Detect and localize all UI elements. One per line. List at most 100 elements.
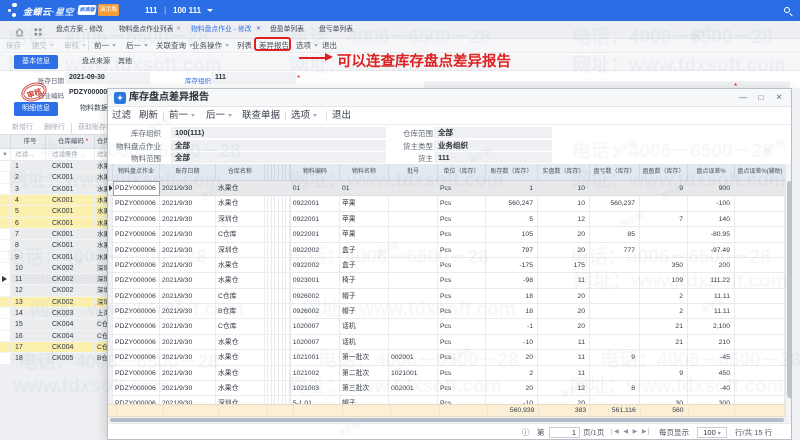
toolbar-item-8-button[interactable]: 列表 [237, 39, 252, 53]
warehouse-row[interactable]: 2CK001水果仓 [0, 172, 107, 184]
column-header[interactable]: 实盘数（库存） [538, 164, 590, 180]
warehouse-row[interactable]: 6CK001水果仓 [0, 217, 107, 229]
warehouse-row[interactable]: 14CK003上海仓 [0, 308, 107, 320]
filter-cell[interactable]: 过滤条件 [46, 149, 95, 160]
dialog-toolbar-button-1[interactable]: 过滤 [112, 107, 131, 125]
dialog-toolbar-button-5[interactable]: 联查单据 [242, 107, 280, 125]
report-row[interactable]: PDZY000006 2021/9/30 水果仓 1021003 第三批次 002001 P… [108, 380, 791, 397]
column-header[interactable]: 物料盘点作业 [113, 164, 160, 180]
column-header[interactable]: 序号 [11, 135, 46, 148]
column-header[interactable] [0, 135, 11, 148]
report-row[interactable]: PDZY000006 2021/9/30 水果仓 1021002 第二批次 1021001… [108, 365, 791, 381]
doc-tab-2[interactable]: 物料盘点作业列表 [119, 21, 173, 39]
search-icon[interactable] [784, 7, 793, 16]
report-row[interactable]: PDZY000006 2021/9/30 C仓库 1020007 话机 Pcs -1 20 21… [108, 319, 791, 335]
warehouse-row[interactable]: 7CK001水果仓 [0, 228, 107, 241]
column-header[interactable]: 物料编码 [291, 164, 340, 180]
org-field-input[interactable]: 111 [211, 72, 296, 84]
dialog-filter-input[interactable]: 111 [434, 152, 552, 163]
toolbar-item-7-button[interactable]: 业务操作 [192, 39, 229, 53]
column-header[interactable]: 盘盈数（库存） [640, 164, 688, 180]
left-panel-button-2[interactable]: 删除行 [44, 121, 65, 134]
doc-tab-3[interactable]: 物料盘点作业 - 修改 [191, 21, 251, 39]
report-row[interactable]: PDZY000006 2021/9/30 水果仓 0923001 椅子 Pcs -98 11 1… [108, 273, 791, 289]
tab-close-icon[interactable]: ✕ [176, 21, 181, 39]
report-row[interactable]: PDZY000006 2021/9/30 水果仓 1021001 第一批次 002001 P… [108, 350, 791, 366]
form-tab-3[interactable]: 其他 [110, 55, 140, 69]
report-row[interactable]: PDZY000006 2021/9/30 C仓库 0926002 帽子 Pcs 18 20 2 1… [108, 288, 791, 304]
report-row[interactable]: PDZY000006 2021/9/30 水果仓 01 01 Pcs 1 10 9 900 [108, 181, 791, 197]
toolbar-item-3-button[interactable]: 审核 [64, 39, 86, 53]
filter-icon[interactable]: ▼ [0, 149, 11, 160]
report-row[interactable]: PDZY000006 2021/9/30 深圳仓 0922002 盒子 Pcs 797 20 7… [108, 242, 791, 258]
column-header[interactable]: 单位（库存） [438, 164, 486, 180]
dialog-toolbar-button-2[interactable]: 刷新 [139, 107, 158, 125]
warehouse-row[interactable]: 18CK005B仓库 [0, 353, 107, 365]
warehouse-row[interactable]: 1CK001水果仓 [0, 161, 107, 173]
pager-arrows[interactable]: |◀ ◀ ▶ ▶| [611, 424, 651, 439]
warehouse-row[interactable]: 9CK001水果仓 [0, 251, 107, 263]
doc-tab-1[interactable]: 盘点方案 - 修改 [56, 21, 103, 39]
toolbar-item-1-button[interactable]: 保存 [6, 39, 21, 53]
org-caret-icon[interactable] [207, 0, 213, 21]
column-header[interactable]: 盘点误差% [688, 164, 735, 180]
warehouse-row[interactable]: 17CK004C仓库 [0, 342, 107, 354]
toolbar-item-5-button[interactable]: 后一 [126, 39, 148, 53]
topbar-org-switcher[interactable]: 100 111 [173, 0, 201, 21]
dialog-titlebar[interactable]: 库存盘点差异报告 — □ × [108, 89, 791, 107]
dialog-filter-input[interactable]: 业务组织 [434, 139, 552, 151]
dialog-toolbar-button-3[interactable]: 前一 [169, 107, 196, 125]
close-icon[interactable]: × [771, 89, 787, 107]
toolbar-item-11-button[interactable]: 退出 [322, 39, 337, 53]
column-header[interactable]: 账存数（库存） [486, 164, 538, 180]
toolbar-item-2-button[interactable]: 提交 [32, 39, 54, 53]
dialog-toolbar-button-4[interactable]: 后一 [206, 107, 233, 125]
column-header[interactable]: 账存日期 [160, 164, 216, 180]
per-page-select[interactable]: 100 ▾ [697, 426, 727, 438]
dialog-toolbar-button-7[interactable]: 退出 [332, 107, 351, 125]
left-panel-button-1[interactable]: 新增行 [12, 121, 33, 134]
org-field-label[interactable]: 库存组织 [130, 75, 211, 85]
column-header[interactable]: 盘亏数（库存） [590, 164, 640, 180]
toolbar-item-6-button[interactable]: 关联查询 [156, 39, 193, 53]
warehouse-row[interactable]: 15CK004C仓库 [0, 319, 107, 331]
minimize-icon[interactable]: — [735, 89, 751, 107]
toolbar-item-10-button[interactable]: 选项 [296, 39, 318, 53]
column-header[interactable]: 盘点误差%(辅助) [735, 164, 785, 180]
column-header[interactable]: 批号 [389, 164, 438, 180]
warehouse-row[interactable]: 8CK001水果仓 [0, 240, 107, 252]
warehouse-row[interactable]: 3CK001水果仓 [0, 183, 107, 195]
doc-tab-5[interactable]: 盘亏单列表 [319, 21, 353, 39]
report-row[interactable]: PDZY000006 2021/9/30 水果仓 0922001 苹果 Pcs 560,24… [108, 196, 791, 212]
dialog-filter-input[interactable]: 全部 [434, 127, 552, 138]
warehouse-row[interactable]: 11CK002深圳仓 [0, 274, 107, 286]
column-header[interactable]: 物料名称 [340, 164, 389, 180]
home-icon[interactable] [15, 27, 24, 37]
report-row[interactable]: PDZY000006 2021/9/30 水果仓 0922002 盒子 Pcs -175 17… [108, 257, 791, 274]
column-header[interactable]: 仓库名称 [216, 164, 265, 180]
form-tab-1[interactable]: 基本信息 [14, 55, 58, 69]
column-header[interactable]: 仓库编码 * [46, 135, 95, 148]
column-header[interactable]: 仓库名称 [95, 135, 107, 148]
warehouse-row[interactable]: 10CK002深圳仓 [0, 262, 107, 275]
warehouse-row[interactable]: 13CK002深圳仓 [0, 296, 107, 309]
warehouse-row[interactable]: 4CK001水果仓 [0, 194, 107, 207]
warehouse-row[interactable]: 12CK002深圳仓 [0, 285, 107, 297]
warehouse-row[interactable]: 5CK001水果仓 [0, 206, 107, 218]
dialog-toolbar-button-6[interactable]: 选项 [291, 107, 318, 125]
warehouse-row[interactable]: 16CK004C仓库 [0, 330, 107, 342]
report-row[interactable]: PDZY000006 2021/9/30 水果仓 1020007 话机 Pcs -10 11 2… [108, 334, 791, 351]
left-panel-tab-1[interactable]: 明细信息 [14, 102, 58, 116]
menu-grid-icon[interactable] [34, 28, 42, 36]
maximize-icon[interactable]: □ [753, 89, 769, 107]
column-header[interactable] [265, 164, 291, 180]
filter-cell[interactable]: 过滤... [11, 149, 46, 160]
page-input[interactable]: 1 [549, 426, 580, 438]
report-row[interactable]: PDZY000006 2021/9/30 B仓库 0926002 帽子 Pcs 18 20 2 1… [108, 304, 791, 320]
filter-cell[interactable]: 过滤 [95, 149, 107, 160]
vertical-scrollbar[interactable] [785, 164, 791, 439]
info-icon[interactable]: ⓘ [522, 424, 530, 439]
topbar-num-left[interactable]: 111 [145, 0, 157, 21]
report-row[interactable]: PDZY000006 2021/9/30 C仓库 0922001 苹果 Pcs 105 20 8… [108, 227, 791, 243]
report-row[interactable]: PDZY000006 2021/9/30 深圳仓 0922001 苹果 Pcs 5 12 7 14… [108, 211, 791, 228]
